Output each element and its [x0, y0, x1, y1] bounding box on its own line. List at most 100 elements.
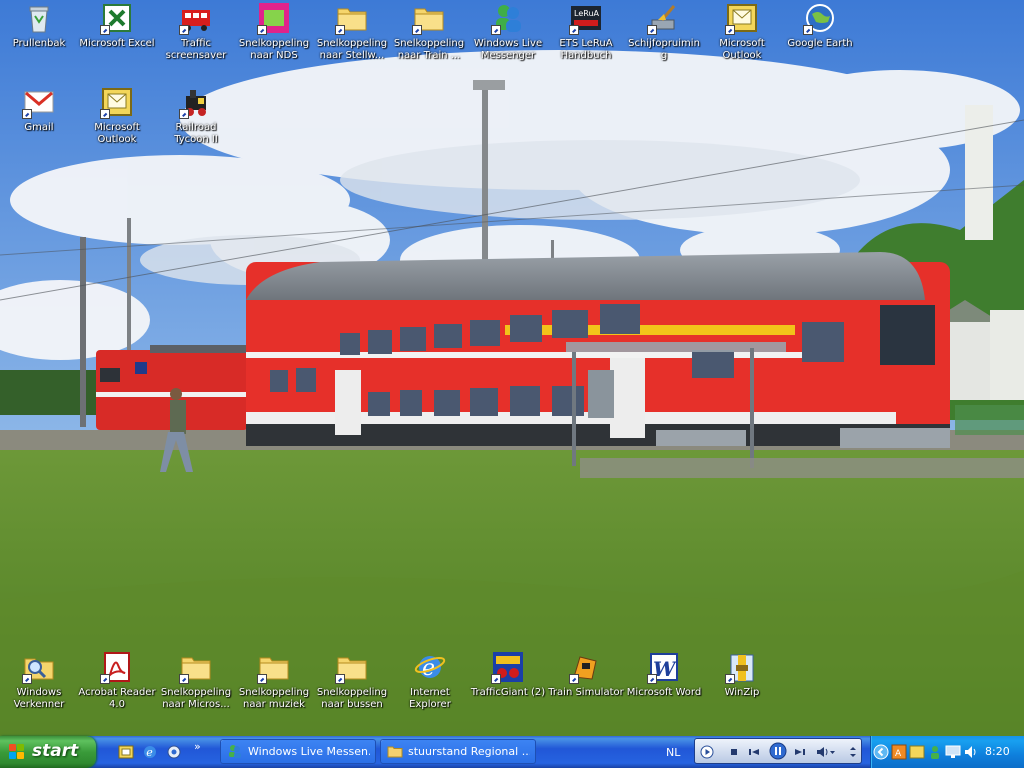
folder-icon	[387, 743, 403, 759]
pause-icon[interactable]	[769, 742, 787, 760]
desktop-icon[interactable]: Traffic screensaver	[157, 0, 235, 62]
tray-chevron-icon[interactable]	[873, 744, 889, 760]
shortcut-arrow-icon	[100, 674, 110, 684]
shortcut-arrow-icon	[179, 25, 189, 35]
desktop-icon[interactable]: Acrobat Reader 4.0	[78, 649, 156, 711]
quicklaunch-outlook-icon[interactable]	[118, 744, 134, 760]
desktop-icon[interactable]: Train Simulator	[547, 649, 625, 699]
desktop-icon[interactable]: Microsoft Outlook	[78, 84, 156, 146]
desktop-icon-label: Traffic screensaver	[165, 38, 227, 61]
desktop[interactable]: Prullenbak Microsoft Excel Traffic screens…	[0, 0, 1024, 736]
quicklaunch-internet-explorer-icon[interactable]: e	[142, 744, 158, 760]
desktop-icon[interactable]: e Internet Explorer	[391, 649, 469, 711]
desktop-icon-label: Train Simulator	[548, 687, 624, 698]
nds-icon	[257, 2, 290, 35]
shortcut-arrow-icon	[647, 674, 657, 684]
shortcut-arrow-icon	[412, 25, 422, 35]
internet-explorer-icon: e	[414, 651, 446, 683]
clock[interactable]: 8:20	[985, 745, 1010, 758]
desktop-icon[interactable]: Google Earth	[781, 0, 859, 50]
desktop-icon[interactable]: Microsoft Outlook	[703, 0, 781, 62]
desktop-icon[interactable]: WinZip	[703, 649, 781, 699]
folder-icon	[257, 651, 290, 684]
desktop-icon[interactable]: Snelkoppeling naar muziek	[235, 649, 313, 711]
google-earth-icon	[803, 2, 836, 35]
start-button[interactable]: start	[0, 736, 96, 768]
next-icon[interactable]	[793, 744, 807, 758]
previous-icon[interactable]	[747, 744, 761, 758]
volume-icon[interactable]	[815, 744, 837, 758]
desktop-icon-label: Windows Verkenner	[13, 687, 65, 710]
desktop-icon-label: Microsoft Word	[626, 687, 702, 698]
train-simulator-icon	[569, 651, 602, 684]
shortcut-arrow-icon	[491, 25, 501, 35]
task-button-folder[interactable]: stuurstand Regional ...	[380, 739, 536, 764]
desktop-icon[interactable]: Prullenbak	[0, 0, 78, 50]
desktop-icon[interactable]: Railroad Tycoon II	[157, 84, 235, 146]
svg-text:e: e	[146, 746, 153, 759]
messenger-icon	[227, 743, 243, 759]
language-indicator[interactable]: NL	[666, 746, 680, 759]
desktop-icon[interactable]: Snelkoppeling naar NDS	[235, 0, 313, 62]
play-icon[interactable]	[700, 744, 714, 759]
desktop-icon-label: Schijfopruiming	[628, 38, 700, 61]
desktop-icon-label: Microsoft Outlook	[94, 122, 140, 145]
tray-monitor-icon[interactable]	[945, 744, 961, 760]
desktop-icon-label: ETS LeRuA Handbuch	[559, 38, 613, 61]
shortcut-arrow-icon	[22, 674, 32, 684]
shortcut-arrow-icon	[257, 674, 267, 684]
desktop-icon-label: Snelkoppeling naar Micros...	[160, 687, 232, 710]
svg-text:LeRuA: LeRuA	[574, 9, 600, 18]
desktop-icon[interactable]: LeRuA ETS LeRuA Handbuch	[547, 0, 625, 62]
gmail-icon	[22, 86, 55, 119]
desktop-icon[interactable]: Snelkoppeling naar Stellw...	[313, 0, 391, 62]
desktop-icon-label: Snelkoppeling naar bussen	[316, 687, 388, 710]
desktop-icon-label: Acrobat Reader 4.0	[78, 687, 156, 710]
desktop-icon-label: Microsoft Excel	[79, 38, 155, 49]
desktop-icon[interactable]: Snelkoppeling naar Micros...	[157, 649, 235, 711]
desktop-icon[interactable]: Schijfopruiming	[625, 0, 703, 62]
quicklaunch-show-desktop-icon[interactable]	[166, 744, 182, 760]
desktop-icon-label: Microsoft Outlook	[719, 38, 765, 61]
winzip-icon	[725, 651, 758, 684]
shortcut-arrow-icon	[179, 674, 189, 684]
desktop-icon-label: WinZip	[724, 687, 760, 698]
desktop-icon[interactable]: Windows Verkenner	[0, 649, 78, 711]
tray-messenger-icon[interactable]	[927, 744, 943, 760]
task-button-messenger[interactable]: Windows Live Messen...	[220, 739, 376, 764]
desktop-icon-label: Gmail	[24, 122, 54, 133]
desktop-icon[interactable]: Gmail	[0, 84, 78, 134]
desktop-icon-label: Windows Live Messenger	[473, 38, 543, 61]
tray-speaker-icon[interactable]	[963, 744, 979, 760]
system-tray: A 8:20	[870, 736, 1024, 768]
task-label: Windows Live Messen...	[248, 745, 370, 758]
tray-app-icon[interactable]: A	[891, 744, 907, 760]
tray-network-icon[interactable]	[909, 744, 925, 760]
railroad-tycoon-icon	[179, 86, 212, 119]
trafficgiant-icon	[491, 651, 524, 684]
folder-icon	[335, 2, 368, 35]
folder-icon	[335, 651, 368, 684]
desktop-icon[interactable]: Snelkoppeling naar bussen	[313, 649, 391, 711]
desktop-icon-label: Snelkoppeling naar NDS	[238, 38, 310, 61]
windows-logo-icon	[9, 744, 25, 760]
shortcut-arrow-icon	[22, 109, 32, 119]
quicklaunch-overflow-chevron[interactable]: »	[194, 740, 201, 753]
stop-icon[interactable]	[727, 744, 741, 758]
desktop-icon[interactable]: Microsoft Excel	[78, 0, 156, 50]
media-player-toolbar	[694, 738, 862, 764]
start-label: start	[32, 741, 79, 761]
desktop-icon[interactable]: W Microsoft Word	[625, 649, 703, 699]
desktop-icon[interactable]: TrafficGiant (2)	[469, 649, 547, 699]
shortcut-arrow-icon	[725, 674, 735, 684]
excel-icon	[100, 2, 133, 35]
media-expand-icon[interactable]	[849, 744, 857, 758]
desktop-icon-label: Railroad Tycoon II	[174, 122, 218, 145]
word-icon: W	[647, 651, 680, 684]
shortcut-arrow-icon	[179, 109, 189, 119]
desktop-icon-label: TrafficGiant (2)	[470, 687, 546, 698]
desktop-icon[interactable]: Snelkoppeling naar Train ...	[390, 0, 468, 62]
recycle-bin-icon	[23, 2, 55, 34]
desktop-icon-label: Snelkoppeling naar Stellw...	[316, 38, 388, 61]
desktop-icon[interactable]: Windows Live Messenger	[469, 0, 547, 62]
